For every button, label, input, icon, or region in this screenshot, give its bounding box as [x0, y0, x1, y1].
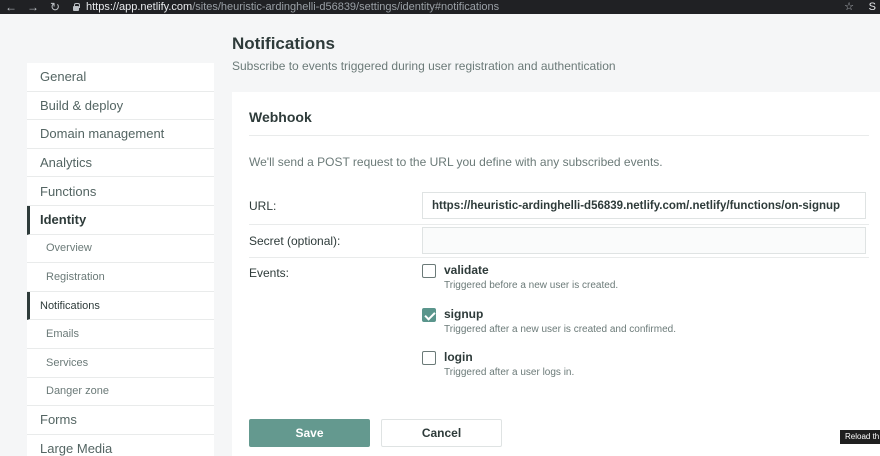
event-description: Triggered before a new user is created.	[444, 280, 619, 291]
validate-checkbox[interactable]	[422, 264, 436, 278]
url-host: https://app.netlify.com	[86, 1, 193, 13]
url-label: URL:	[249, 199, 277, 213]
sidebar-item-large-media[interactable]: Large Media	[27, 435, 214, 456]
sidebar-subitem-services[interactable]: Services	[27, 349, 214, 378]
settings-sidebar: General Build & deploy Domain management…	[27, 63, 214, 456]
back-arrow-icon[interactable]: ←	[0, 0, 22, 14]
url-input[interactable]	[422, 192, 866, 219]
url-path: /sites/heuristic-ardinghelli-d56839/sett…	[192, 1, 500, 13]
field-divider	[249, 257, 869, 258]
secret-input[interactable]	[422, 227, 866, 254]
reload-icon[interactable]: ↻	[44, 0, 66, 14]
signup-checkbox[interactable]	[422, 308, 436, 322]
sidebar-subitem-danger-zone[interactable]: Danger zone	[27, 378, 214, 407]
field-divider	[249, 224, 869, 225]
sidebar-item-domain-management[interactable]: Domain management	[27, 120, 214, 149]
sidebar-subitem-overview[interactable]: Overview	[27, 235, 214, 264]
webhook-description: We'll send a POST request to the URL you…	[249, 155, 663, 169]
event-name: signup	[444, 307, 484, 321]
page-title: Notifications	[232, 34, 335, 53]
sidebar-item-identity[interactable]: Identity	[27, 205, 214, 235]
webhook-title: Webhook	[249, 109, 312, 125]
login-checkbox[interactable]	[422, 351, 436, 365]
sidebar-subitem-emails[interactable]: Emails	[27, 320, 214, 349]
forward-arrow-icon[interactable]: →	[22, 0, 44, 14]
sidebar-subitem-notifications[interactable]: Notifications	[27, 291, 214, 321]
bookmark-star-icon[interactable]: ☆	[844, 0, 854, 14]
event-description: Triggered after a new user is created an…	[444, 324, 676, 335]
cancel-button[interactable]: Cancel	[381, 419, 502, 447]
secret-label: Secret (optional):	[249, 234, 341, 248]
sidebar-item-forms[interactable]: Forms	[27, 406, 214, 435]
reload-tooltip: Reload th	[840, 430, 880, 444]
sidebar-item-build-deploy[interactable]: Build & deploy	[27, 92, 214, 121]
page-subtitle: Subscribe to events triggered during use…	[232, 59, 616, 73]
sidebar-item-functions[interactable]: Functions	[27, 177, 214, 206]
sidebar-item-analytics[interactable]: Analytics	[27, 149, 214, 178]
profile-avatar[interactable]: S	[869, 0, 876, 14]
event-description: Triggered after a user logs in.	[444, 367, 575, 378]
events-label: Events:	[249, 266, 290, 280]
address-bar[interactable]: https://app.netlify.com/sites/heuristic-…	[86, 0, 499, 14]
sidebar-subitem-registration[interactable]: Registration	[27, 263, 214, 292]
card-divider	[249, 135, 869, 136]
save-button[interactable]: Save	[249, 419, 370, 447]
event-name: login	[444, 350, 473, 364]
browser-toolbar: ← → ↻ https://app.netlify.com/sites/heur…	[0, 0, 880, 14]
event-name: validate	[444, 263, 489, 277]
lock-icon[interactable]	[72, 3, 80, 11]
webhook-card: Webhook We'll send a POST request to the…	[232, 92, 880, 456]
sidebar-item-general[interactable]: General	[27, 63, 214, 92]
